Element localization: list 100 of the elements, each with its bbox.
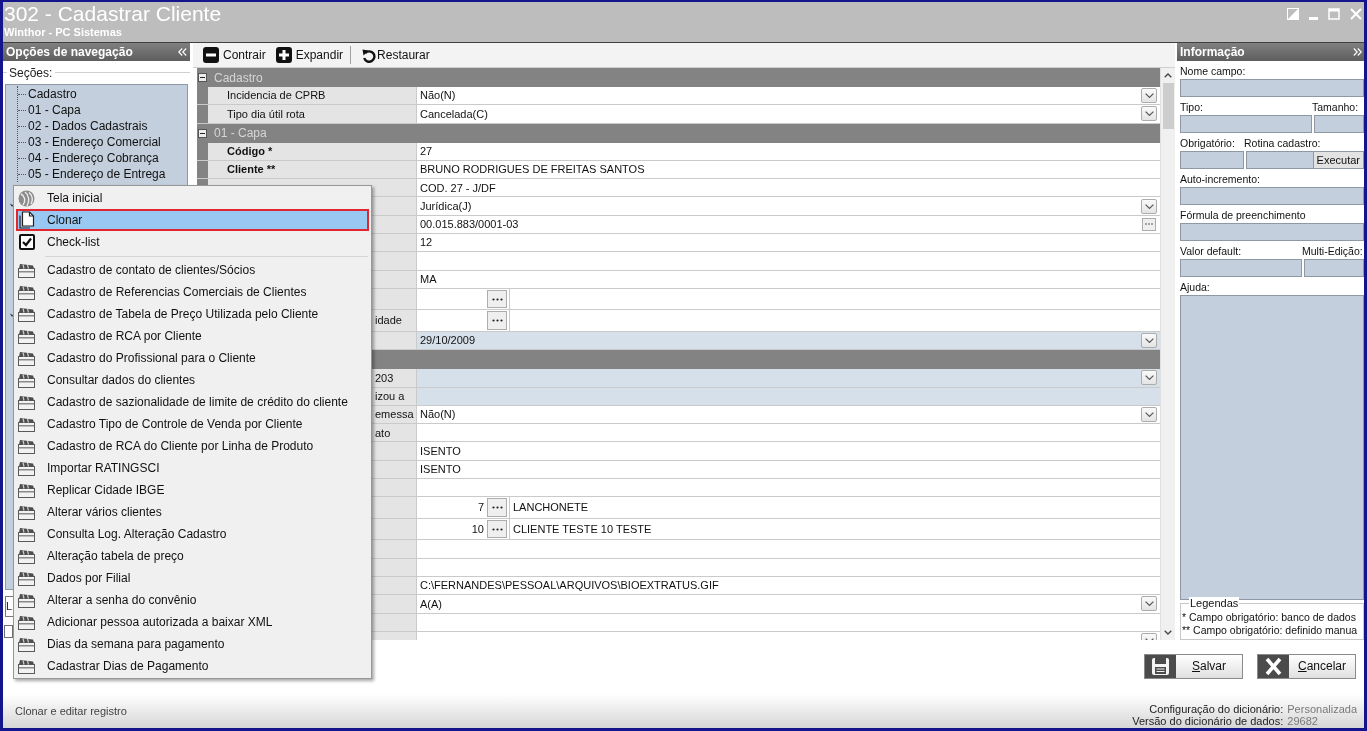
tree-item[interactable]: 02 - Dados Cadastrais <box>27 117 149 135</box>
field-label: Multi-Edição: <box>1302 244 1364 259</box>
dropdown-field[interactable]: Não(N) <box>417 87 1160 105</box>
dropdown-button[interactable] <box>1141 106 1157 122</box>
tree-item[interactable]: 05 - Endereço de Entrega <box>27 165 167 183</box>
clapperboard-icon <box>18 636 35 652</box>
tree-item[interactable]: Cadastro <box>27 85 78 103</box>
dropdown-button[interactable] <box>1141 88 1157 104</box>
input-field[interactable] <box>1180 115 1312 133</box>
toolbar-button[interactable]: Contrair <box>203 46 266 64</box>
menu-item[interactable]: Consulta Log. Alteração Cadastro <box>16 523 369 545</box>
dots-icon <box>491 319 503 323</box>
clapperboard-icon <box>18 438 35 454</box>
field-label: Código * <box>227 144 273 159</box>
toolbar-button[interactable]: Expandir <box>275 46 344 64</box>
clapperboard-icon <box>18 592 35 608</box>
chevron-down-icon[interactable] <box>1164 630 1172 635</box>
input-field[interactable] <box>1180 259 1302 277</box>
menu-item[interactable]: Importar RATINGSCI <box>16 457 369 479</box>
dropdown-button[interactable] <box>1141 596 1157 612</box>
menu-item[interactable]: Cadastro de RCA do Cliente por Linha de Produto <box>16 435 369 457</box>
legend-title: Legendas <box>1189 597 1240 610</box>
menu-item[interactable]: Dias da semana para pagamento <box>16 633 369 655</box>
legend-text: * Campo obrigatório: banco de dados <box>1182 611 1356 624</box>
chevron-down-icon <box>1144 412 1154 417</box>
clapperboard-icon <box>18 394 35 410</box>
minus-box-icon[interactable] <box>198 73 207 82</box>
minimize-icon[interactable] <box>1309 17 1318 20</box>
close-icon[interactable] <box>1350 8 1362 20</box>
field-label: ato <box>375 425 391 441</box>
status-label: Configuração do dicionário: <box>1148 703 1284 715</box>
dropdown-field[interactable] <box>417 369 1160 387</box>
clapperboard-icon <box>18 482 35 498</box>
field-label: Obrigatório: <box>1180 136 1236 151</box>
menu-item[interactable]: Consultar dados do clientes <box>16 369 369 391</box>
menu-item[interactable]: Cadastro de Referencias Comerciais de Clientes <box>16 281 369 303</box>
window-title: 302 - Cadastrar Cliente <box>4 2 222 26</box>
tree-item[interactable]: 04 - Endereço Cobrança <box>27 149 160 167</box>
dropdown-field[interactable]: A(A) <box>417 595 1160 613</box>
scrollbar[interactable] <box>1160 68 1175 640</box>
x-mark-icon <box>1258 655 1289 678</box>
menu-item[interactable]: Dados por Filial <box>16 567 369 589</box>
tree-item[interactable]: 03 - Endereço Comercial <box>27 133 162 151</box>
expand-chevron-icon[interactable] <box>10 203 14 207</box>
dropdown-button[interactable] <box>1141 370 1157 386</box>
menu-item[interactable]: Cadastro de sazionalidade de limite de crédito do cliente <box>16 391 369 413</box>
menu-item[interactable]: Adicionar pessoa autorizada a baixar XML <box>16 611 369 633</box>
dropdown-button[interactable] <box>1141 333 1157 349</box>
cancel-button[interactable]: Cancelar <box>1257 654 1356 679</box>
input-field[interactable] <box>1180 187 1364 205</box>
input-field[interactable]: Executar <box>1246 151 1364 169</box>
menu-item[interactable]: Cadastro do Profissional para o Cliente <box>16 347 369 369</box>
menu-item[interactable]: Cadastro de contato de clientes/Sócios <box>16 259 369 281</box>
ellipsis-button[interactable] <box>487 289 507 309</box>
clapperboard-icon <box>18 658 35 674</box>
dots-icon <box>1145 223 1153 226</box>
checkbox[interactable] <box>4 625 13 638</box>
dropdown-field[interactable]: Jurídica(J) <box>417 197 1160 215</box>
half-filled-square-icon[interactable] <box>1287 8 1299 20</box>
chevron-up-icon[interactable] <box>1164 73 1172 78</box>
menu-item[interactable]: Alterar a senha do convênio <box>16 589 369 611</box>
chevron-down-icon <box>1144 338 1154 344</box>
expand-chevron-icon[interactable] <box>10 313 14 317</box>
ellipsis-button[interactable] <box>487 498 507 517</box>
menu-item[interactable]: Cadastrar Dias de Pagamento <box>16 655 369 677</box>
scroll-thumb[interactable] <box>1162 83 1174 129</box>
clapperboard-icon <box>18 614 35 630</box>
chevron-down-icon <box>1144 93 1154 99</box>
menu-item[interactable]: Cadastro de Tabela de Preço Utilizada pelo Cliente <box>16 303 369 325</box>
dropdown-button[interactable] <box>1141 407 1157 422</box>
toolbar-button[interactable]: Restaurar <box>362 46 430 64</box>
input-field[interactable] <box>1180 79 1364 97</box>
menu-item[interactable]: Check-list <box>16 231 369 253</box>
ellipsis-button[interactable] <box>487 519 507 539</box>
input-field[interactable] <box>1180 151 1244 169</box>
menu-item[interactable]: Cadastro Tipo de Controle de Venda por Cliente <box>16 413 369 435</box>
dropdown-field[interactable]: Cancelada(C) <box>417 105 1160 123</box>
menu-item[interactable]: Alterar vários clientes <box>16 501 369 523</box>
maximize-icon[interactable] <box>1328 8 1340 20</box>
double-chevron-left-icon[interactable] <box>178 48 187 56</box>
minus-box-icon[interactable] <box>198 128 207 138</box>
save-button[interactable]: Salvar <box>1144 654 1243 679</box>
execute-button[interactable]: Executar <box>1312 152 1363 168</box>
menu-item[interactable]: Cadastro de RCA por Cliente <box>16 325 369 347</box>
menu-item[interactable]: Replicar Cidade IBGE <box>16 479 369 501</box>
row-gutter <box>197 160 208 179</box>
double-chevron-right-icon[interactable] <box>1353 48 1362 56</box>
ellipsis-button[interactable] <box>1142 217 1156 231</box>
menu-item[interactable]: Alteração tabela de preço <box>16 545 369 567</box>
input-field[interactable] <box>1180 223 1364 241</box>
input-field[interactable] <box>1314 115 1364 133</box>
dropdown-button[interactable] <box>1141 198 1157 214</box>
input-field[interactable] <box>1304 259 1364 277</box>
ellipsis-button[interactable] <box>487 311 507 330</box>
menu-item[interactable]: Tela inicial <box>16 187 369 209</box>
help-text-area[interactable] <box>1180 295 1364 600</box>
window-subtitle: Winthor - PC Sistemas <box>4 26 123 38</box>
clapperboard-icon <box>18 372 35 388</box>
tree-item[interactable]: 01 - Capa <box>27 101 82 119</box>
menu-item[interactable]: Clonar <box>16 209 369 231</box>
